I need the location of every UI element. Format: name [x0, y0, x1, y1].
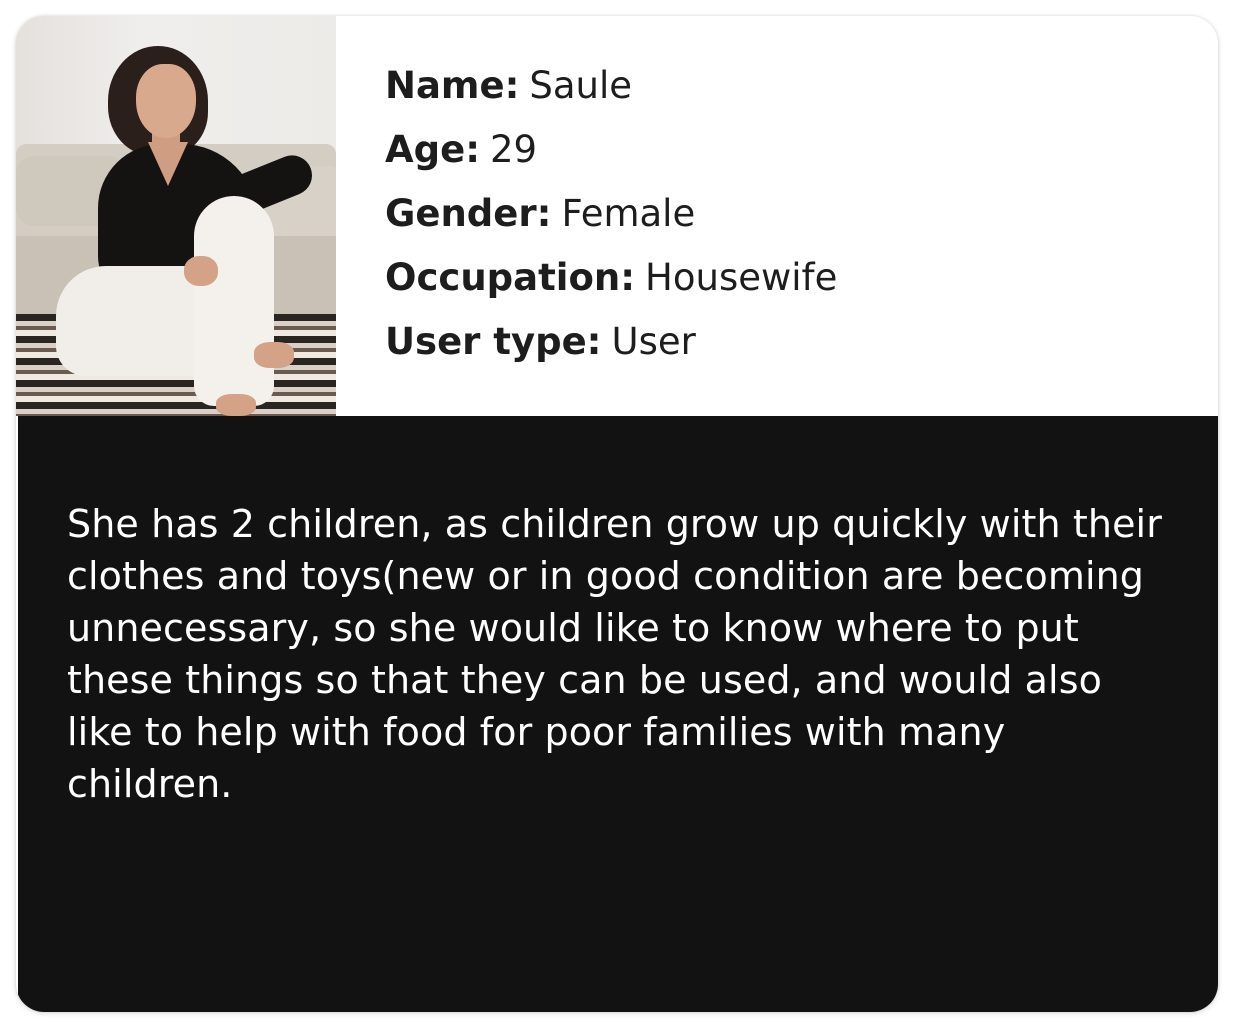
occupation-label: Occupation: — [385, 256, 636, 299]
description-panel: She has 2 children, as children grow up … — [18, 416, 1218, 1012]
persona-info: Name: Saule Age: 29 Gender: Female Occupati… — [385, 60, 1185, 380]
age-value: 29 — [490, 128, 538, 171]
persona-description: She has 2 children, as children grow up … — [67, 502, 1162, 806]
persona-photo — [16, 16, 336, 416]
user-type-value: User — [611, 320, 696, 363]
gender-row: Gender: Female — [385, 188, 1185, 252]
occupation-value: Housewife — [645, 256, 838, 299]
user-type-row: User type: User — [385, 316, 1185, 380]
persona-header: Name: Saule Age: 29 Gender: Female Occupati… — [16, 16, 1218, 416]
user-type-label: User type: — [385, 320, 602, 363]
occupation-row: Occupation: Housewife — [385, 252, 1185, 316]
age-row: Age: 29 — [385, 124, 1185, 188]
name-row: Name: Saule — [385, 60, 1185, 124]
name-label: Name: — [385, 64, 520, 107]
gender-label: Gender: — [385, 192, 552, 235]
name-value: Saule — [529, 64, 633, 107]
gender-value: Female — [561, 192, 696, 235]
persona-card: Name: Saule Age: 29 Gender: Female Occupati… — [16, 16, 1218, 1012]
age-label: Age: — [385, 128, 481, 171]
